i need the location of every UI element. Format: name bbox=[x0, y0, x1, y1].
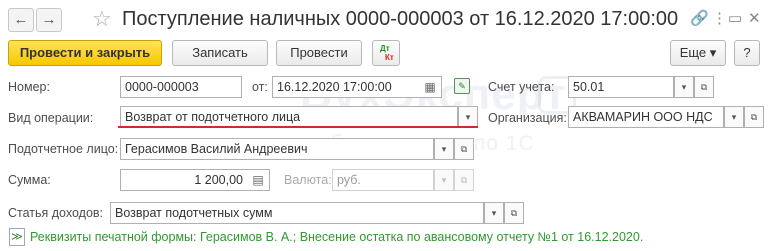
date-label: от: bbox=[252, 80, 268, 94]
calendar-icon[interactable]: ▦ bbox=[422, 79, 438, 95]
sum-value: 1 200,00 bbox=[194, 173, 243, 187]
expand-chevron-icon[interactable]: ≫ bbox=[9, 228, 25, 246]
currency-label: Валюта: bbox=[284, 173, 332, 187]
currency-input: руб. bbox=[332, 169, 434, 191]
operation-dropdown-icon[interactable]: ▾ bbox=[458, 106, 478, 128]
account-label: Счет учета: bbox=[488, 80, 555, 94]
more-button[interactable]: Еще ▾ bbox=[670, 40, 726, 66]
back-button[interactable]: ← bbox=[8, 8, 34, 32]
sum-label: Сумма: bbox=[8, 173, 51, 187]
post-button[interactable]: Провести bbox=[276, 40, 362, 66]
sum-input[interactable]: 1 200,00 ▤ bbox=[120, 169, 270, 191]
income-dropdown-icon[interactable]: ▾ bbox=[484, 202, 504, 224]
post-and-close-button[interactable]: Провести и закрыть bbox=[8, 40, 162, 66]
organization-open-icon[interactable]: ⧉ bbox=[744, 106, 764, 128]
dt-kt-button[interactable]: Дт Кт bbox=[372, 40, 400, 66]
income-input[interactable]: Возврат подотчетных сумм bbox=[110, 202, 484, 224]
date-value: 16.12.2020 17:00:00 bbox=[277, 80, 392, 94]
account-open-icon[interactable]: ⧉ bbox=[694, 76, 714, 98]
link-icon[interactable]: 🔗 bbox=[690, 8, 709, 30]
person-dropdown-icon[interactable]: ▾ bbox=[434, 138, 454, 160]
kt-label: Кт bbox=[385, 53, 394, 62]
operation-select[interactable]: Возврат от подотчетного лица bbox=[120, 106, 458, 128]
favorite-star-icon[interactable]: ☆ bbox=[92, 6, 112, 32]
restore-window-icon[interactable]: ▭ bbox=[728, 8, 742, 30]
income-open-icon[interactable]: ⧉ bbox=[504, 202, 524, 224]
dt-kt-icon: Дт Кт bbox=[380, 44, 394, 62]
edit-check-icon[interactable]: ✎ bbox=[454, 78, 470, 94]
forward-button[interactable]: → bbox=[36, 8, 62, 32]
calculator-icon[interactable]: ▤ bbox=[250, 172, 266, 188]
number-input[interactable]: 0000-000003 bbox=[120, 76, 242, 98]
person-label: Подотчетное лицо: bbox=[8, 142, 119, 156]
highlight-underline bbox=[118, 126, 478, 128]
close-icon[interactable]: ✕ bbox=[748, 8, 761, 30]
operation-label: Вид операции: bbox=[8, 111, 94, 125]
account-dropdown-icon[interactable]: ▾ bbox=[674, 76, 694, 98]
person-open-icon[interactable]: ⧉ bbox=[454, 138, 474, 160]
person-input[interactable]: Герасимов Василий Андреевич bbox=[120, 138, 434, 160]
print-requisites-link[interactable]: Реквизиты печатной формы: Герасимов В. А… bbox=[30, 229, 643, 245]
page-title: Поступление наличных 0000-000003 от 16.1… bbox=[122, 8, 679, 30]
income-label: Статья доходов: bbox=[8, 206, 104, 220]
save-button[interactable]: Записать bbox=[172, 40, 268, 66]
date-input[interactable]: 16.12.2020 17:00:00 ▦ bbox=[272, 76, 442, 98]
account-input[interactable]: 50.01 bbox=[568, 76, 674, 98]
organization-input[interactable]: АКВАМАРИН ООО НДС bbox=[568, 106, 724, 128]
organization-label: Организация: bbox=[488, 111, 567, 125]
organization-dropdown-icon[interactable]: ▾ bbox=[724, 106, 744, 128]
currency-dropdown-icon: ▾ bbox=[434, 169, 454, 191]
currency-open-icon: ⧉ bbox=[454, 169, 474, 191]
more-actions-icon[interactable]: ⋮ bbox=[712, 8, 727, 30]
help-button[interactable]: ? bbox=[734, 40, 760, 66]
dt-label: Дт bbox=[380, 44, 390, 53]
number-label: Номер: bbox=[8, 80, 50, 94]
